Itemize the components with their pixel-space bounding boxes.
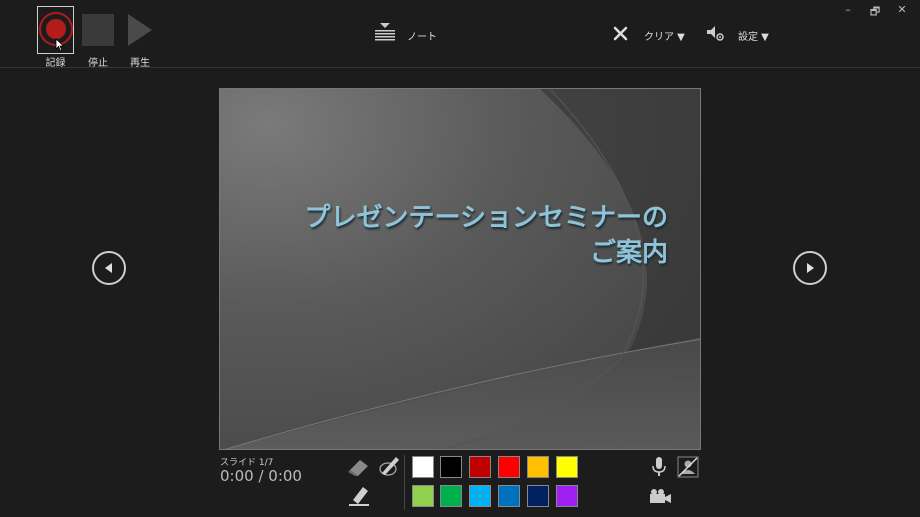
- restore-button[interactable]: 🗗: [866, 3, 884, 22]
- color-swatch-black[interactable]: [440, 456, 462, 478]
- color-swatch-purple[interactable]: [556, 485, 578, 507]
- slide-title-line-2: ご案内: [589, 238, 668, 268]
- toolbar-divider: [404, 455, 405, 510]
- slide-title: プレゼンテーションセミナーの ご案内: [305, 201, 668, 271]
- highlighter-icon[interactable]: [347, 482, 371, 508]
- notes-label: ノート: [407, 32, 437, 43]
- video-camera-icon[interactable]: [648, 488, 672, 504]
- eraser-icon[interactable]: [347, 455, 371, 477]
- clear-label: クリア ▼: [644, 32, 685, 43]
- play-icon: [128, 14, 152, 46]
- color-swatch-light-green[interactable]: [412, 485, 434, 507]
- next-slide-button[interactable]: [793, 251, 827, 285]
- slide-title-line-1: プレゼンテーションセミナーの: [304, 203, 668, 233]
- x-icon: [613, 26, 628, 41]
- color-swatch-red[interactable]: [498, 456, 520, 478]
- color-swatch-blue[interactable]: [498, 485, 520, 507]
- toolbar: – 🗗 ✕ 記録 停止 再生 ノート クリア ▼ 設定 ▼: [0, 0, 920, 69]
- color-swatch-green[interactable]: [440, 485, 462, 507]
- close-window-button[interactable]: ✕: [893, 3, 911, 16]
- slide-preview: プレゼンテーションセミナーの ご案内: [219, 88, 701, 450]
- mouse-cursor-icon: [55, 38, 65, 52]
- color-swatch-dark-blue[interactable]: [527, 485, 549, 507]
- speaker-gear-icon: [707, 26, 724, 41]
- record-label: 記録: [45, 58, 66, 69]
- previous-slide-button[interactable]: [92, 251, 126, 285]
- settings-label: 設定 ▼: [738, 32, 769, 43]
- stop-label: 停止: [88, 58, 108, 69]
- recording-timer: 0:00 / 0:00: [220, 467, 302, 485]
- color-swatch-dark-red[interactable]: [469, 456, 491, 478]
- color-swatch-orange[interactable]: [527, 456, 549, 478]
- record-dot-icon: [46, 19, 66, 39]
- color-swatch-white[interactable]: [412, 456, 434, 478]
- color-swatch-light-blue[interactable]: [469, 485, 491, 507]
- notes-icon: [375, 23, 395, 41]
- color-swatch-yellow[interactable]: [556, 456, 578, 478]
- pen-icon[interactable]: [376, 453, 402, 479]
- camera-off-icon[interactable]: [677, 456, 699, 478]
- play-label: 再生: [130, 58, 150, 69]
- microphone-icon[interactable]: [651, 456, 667, 478]
- minimize-button[interactable]: –: [839, 3, 857, 16]
- chevron-left-icon: [105, 263, 112, 273]
- stop-icon: [82, 14, 114, 46]
- chevron-right-icon: [807, 263, 814, 273]
